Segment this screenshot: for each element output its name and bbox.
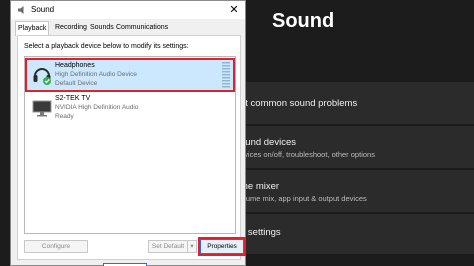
card-title: ot common sound problems [240,98,358,109]
playback-panel: Select a playback device below to modify… [17,35,246,260]
monitor-icon [32,100,52,117]
configure-button[interactable]: Configure [24,240,88,253]
set-default-button[interactable]: Set Default [148,240,188,253]
card-subtitle: evices on/off, troubleshoot, other optio… [240,150,375,159]
device-name: S2-TEK TV [55,95,91,102]
set-default-dropdown-button[interactable]: ▾ [187,240,197,253]
more-sound-settings-card[interactable]: d settings [232,214,474,254]
volume-level-meter [222,62,230,88]
card-subtitle: olume mix, app input & output devices [240,194,367,203]
device-list[interactable]: Headphones High Definition Audio Device … [24,56,236,234]
device-name: Headphones [55,62,95,69]
dialog-title: Sound [31,5,55,14]
title-bar[interactable]: Sound ✕ [11,1,245,19]
device-status: Default Device [55,80,98,87]
tab-communications[interactable]: Communications [114,21,170,35]
device-description: High Definition Audio Device [55,71,138,78]
close-button[interactable]: ✕ [227,3,241,17]
device-description: NVIDIA High Definition Audio [55,104,139,111]
speaker-icon [18,6,24,14]
device-headphones[interactable]: Headphones High Definition Audio Device … [25,58,235,92]
card-title: d settings [240,227,281,238]
all-sound-devices-card[interactable]: ound devices evices on/off, troubleshoot… [232,126,474,168]
device-status: Ready [55,113,74,120]
sound-dialog: Sound ✕ Playback Recording Sounds Commun… [10,0,246,266]
tab-sounds[interactable]: Sounds [88,21,116,35]
card-title: ound devices [240,137,296,148]
instruction-text: Select a playback device below to modify… [24,43,189,50]
headphones-icon [33,68,51,85]
tab-recording[interactable]: Recording [53,21,89,35]
volume-mixer-card[interactable]: me mixer olume mix, app input & output d… [232,170,474,212]
device-s2-tek-tv[interactable]: S2-TEK TV NVIDIA High Definition Audio R… [27,93,233,123]
settings-page-title: Sound [272,10,335,32]
troubleshoot-card[interactable]: ot common sound problems [232,82,474,124]
properties-button[interactable]: Properties [198,237,246,256]
tab-playback[interactable]: Playback [15,21,50,36]
